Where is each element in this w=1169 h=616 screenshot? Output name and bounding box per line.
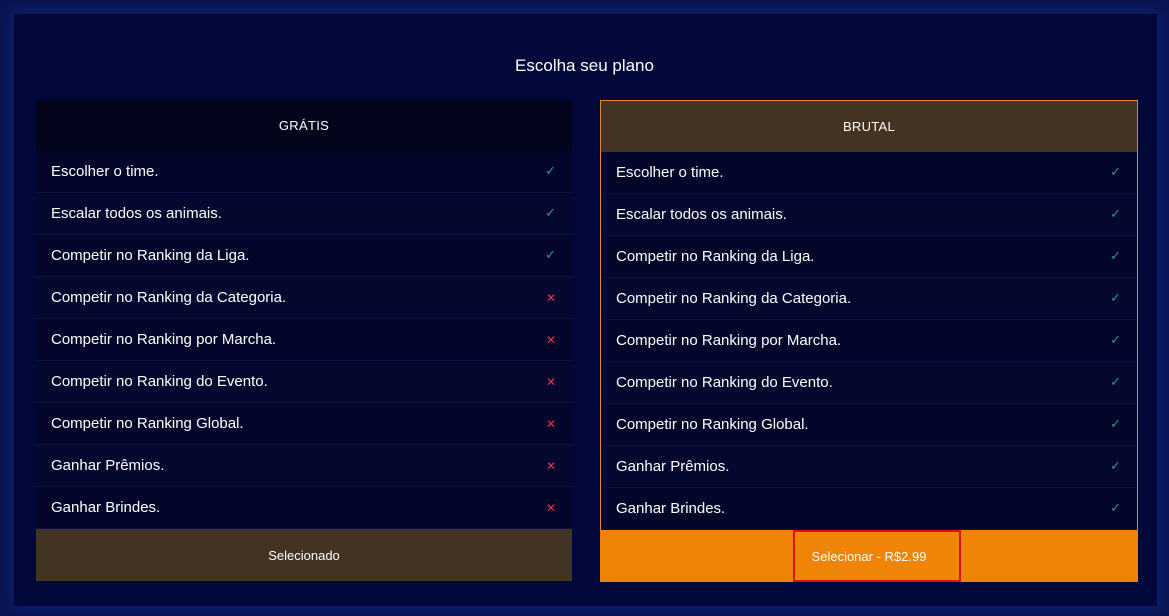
selected-button[interactable]: Selecionado — [36, 529, 572, 581]
plan-name: BRUTAL — [842, 119, 896, 134]
close-icon: ✕ — [545, 332, 556, 347]
feature-label: Competir no Ranking do Evento. — [51, 373, 268, 390]
feature-label: Ganhar Brindes. — [616, 500, 726, 517]
check-icon: ✓ — [545, 248, 556, 263]
check-icon: ✓ — [545, 164, 556, 179]
check-icon: ✓ — [1110, 375, 1121, 390]
feature-item: Ganhar Prêmios. ✓ — [601, 446, 1137, 488]
plan-header-free: GRÁTIS — [36, 100, 572, 151]
check-icon: ✓ — [1110, 501, 1121, 516]
feature-item: Ganhar Brindes. ✕ — [36, 487, 572, 529]
check-icon: ✓ — [1110, 165, 1121, 180]
close-icon: ✕ — [545, 416, 556, 431]
check-icon: ✓ — [545, 206, 556, 221]
feature-item: Escolher o time. ✓ — [36, 151, 572, 193]
feature-item: Ganhar Prêmios. ✕ — [36, 445, 572, 487]
feature-item: Competir no Ranking Global. ✕ — [36, 403, 572, 445]
close-icon: ✕ — [545, 500, 556, 515]
feature-label: Competir no Ranking da Liga. — [616, 248, 815, 265]
feature-label: Escolher o time. — [51, 163, 159, 180]
feature-label: Competir no Ranking da Categoria. — [616, 290, 852, 307]
feature-label: Escalar todos os animais. — [616, 206, 787, 223]
feature-label: Competir no Ranking do Evento. — [616, 374, 833, 391]
plan-name: GRÁTIS — [278, 118, 330, 133]
feature-item: Competir no Ranking do Evento. ✕ — [36, 361, 572, 403]
feature-label: Ganhar Prêmios. — [51, 457, 165, 474]
check-icon: ✓ — [1110, 417, 1121, 432]
feature-label: Escolher o time. — [616, 164, 724, 181]
feature-label: Competir no Ranking da Liga. — [51, 247, 250, 264]
close-icon: ✕ — [545, 290, 556, 305]
close-icon: ✕ — [545, 458, 556, 473]
feature-label: Ganhar Prêmios. — [616, 458, 730, 475]
page-title: Escolha seu plano — [515, 56, 654, 75]
plan-body-brutal: BRUTAL Escolher o time. ✓ Escalar todos o… — [600, 100, 1138, 530]
feature-item: Escolher o time. ✓ — [601, 152, 1137, 194]
check-icon: ✓ — [1110, 459, 1121, 474]
plan-card-free: GRÁTIS Escolher o time. ✓ Escalar todos o… — [36, 100, 572, 581]
feature-item: Competir no Ranking do Evento. ✓ — [601, 362, 1137, 404]
feature-item: Escalar todos os animais. ✓ — [601, 194, 1137, 236]
feature-item: Ganhar Brindes. ✓ — [601, 488, 1137, 530]
feature-item: Competir no Ranking da Categoria. ✓ — [601, 278, 1137, 320]
feature-item: Competir no Ranking da Categoria. ✕ — [36, 277, 572, 319]
feature-item: Competir no Ranking por Marcha. ✓ — [601, 320, 1137, 362]
feature-item: Competir no Ranking por Marcha. ✕ — [36, 319, 572, 361]
select-brutal-button[interactable]: Selecionar - R$2.99 — [600, 530, 1138, 582]
close-icon: ✕ — [545, 374, 556, 389]
plan-card-brutal: BRUTAL Escolher o time. ✓ Escalar todos o… — [600, 100, 1138, 582]
feature-list-brutal: Escolher o time. ✓ Escalar todos os anima… — [601, 152, 1137, 530]
feature-label: Escalar todos os animais. — [51, 205, 222, 222]
feature-item: Competir no Ranking Global. ✓ — [601, 404, 1137, 446]
feature-label: Competir no Ranking Global. — [616, 416, 809, 433]
feature-label: Competir no Ranking da Categoria. — [51, 289, 287, 306]
feature-list-free: Escolher o time. ✓ Escalar todos os anima… — [36, 151, 572, 529]
check-icon: ✓ — [1110, 333, 1121, 348]
feature-item: Competir no Ranking da Liga. ✓ — [601, 236, 1137, 278]
feature-label: Ganhar Brindes. — [51, 499, 161, 516]
check-icon: ✓ — [1110, 207, 1121, 222]
feature-label: Competir no Ranking por Marcha. — [616, 332, 842, 349]
feature-item: Competir no Ranking da Liga. ✓ — [36, 235, 572, 277]
feature-label: Competir no Ranking Global. — [51, 415, 244, 432]
feature-label: Competir no Ranking por Marcha. — [51, 331, 277, 348]
check-icon: ✓ — [1110, 291, 1121, 306]
feature-item: Escalar todos os animais. ✓ — [36, 193, 572, 235]
plan-header-brutal: BRUTAL — [601, 101, 1137, 152]
select-brutal-label: Selecionar - R$2.99 — [811, 548, 927, 564]
check-icon: ✓ — [1110, 249, 1121, 264]
